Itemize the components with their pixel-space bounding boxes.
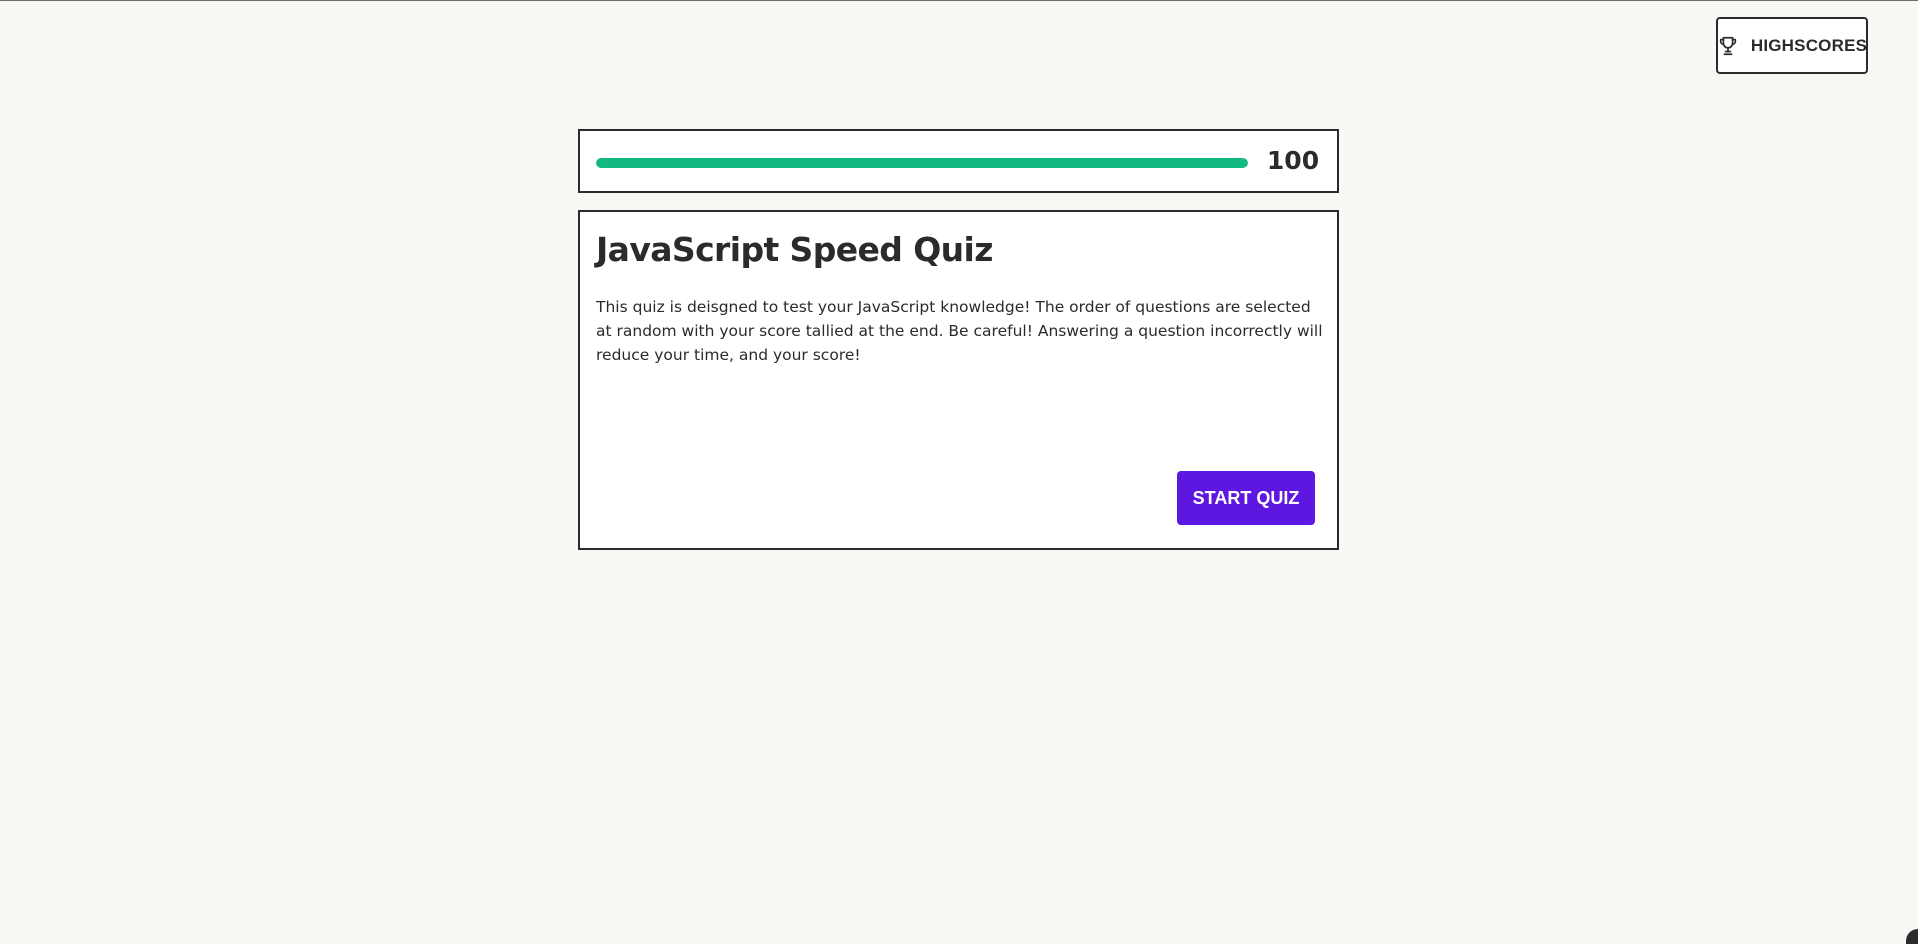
quiz-title: JavaScript Speed Quiz [596, 230, 993, 269]
timer-panel: 100 [578, 129, 1339, 193]
highscores-label: HIGHSCORES [1750, 35, 1868, 55]
quiz-intro-card: JavaScript Speed Quiz This quiz is deisg… [578, 210, 1339, 550]
timer-value: 100 [1266, 146, 1320, 175]
highscores-button[interactable]: HIGHSCORES [1716, 17, 1868, 74]
quiz-description: This quiz is deisgned to test your JavaS… [596, 298, 1323, 364]
quiz-page: { "header": { "highscores_label": "HIGHS… [0, 0, 1918, 944]
window-corner [1906, 929, 1918, 944]
start-quiz-button[interactable]: START QUIZ [1177, 471, 1315, 525]
timer-progress-bar [596, 158, 1248, 168]
trophy-icon [1717, 35, 1739, 57]
timer-progress-fill [596, 158, 1248, 168]
